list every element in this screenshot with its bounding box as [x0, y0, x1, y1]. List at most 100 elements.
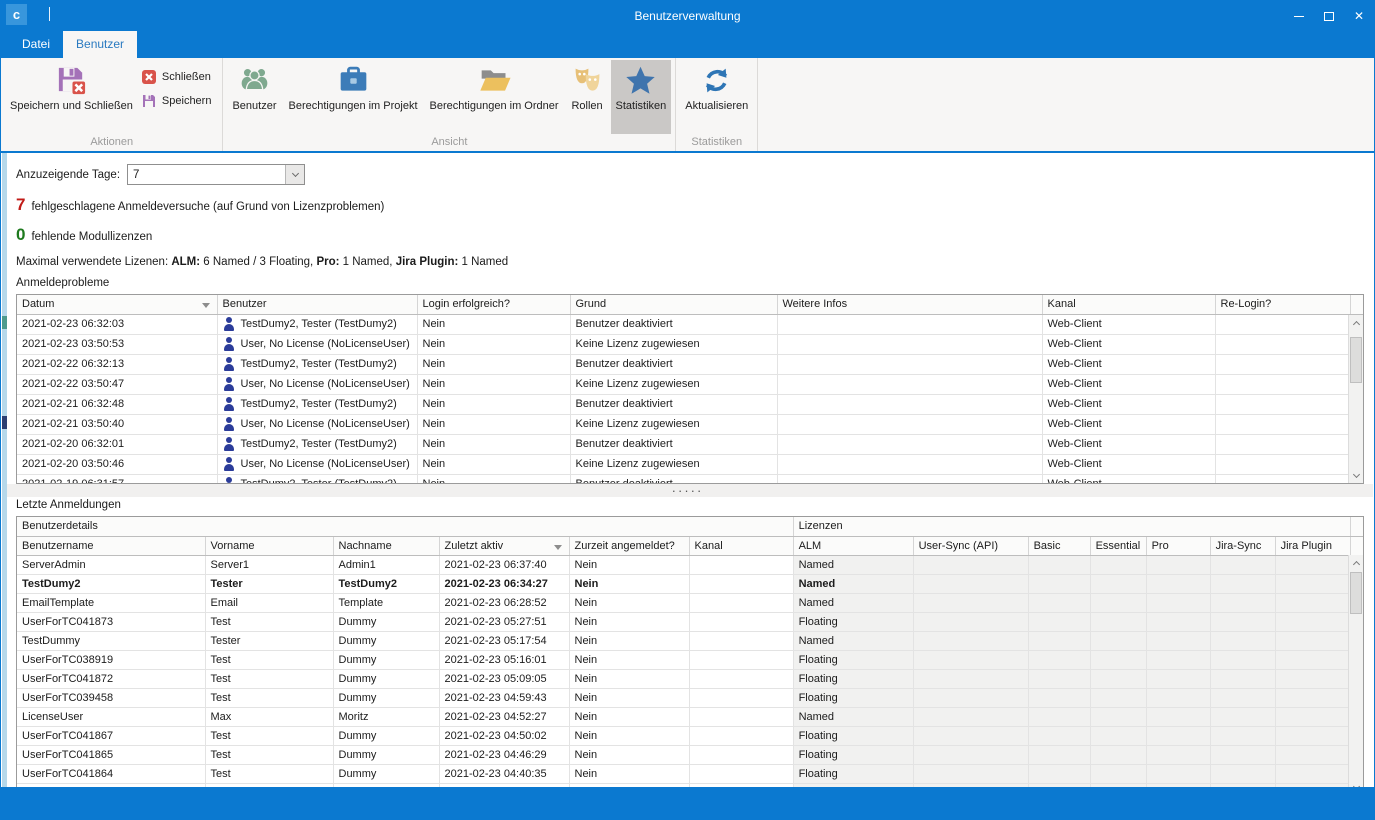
column-header-kanal[interactable]: Kanal: [689, 536, 793, 555]
column-header-jira-sync[interactable]: Jira-Sync: [1210, 536, 1275, 555]
cell-weitere-infos: [777, 414, 1042, 434]
column-header-essential[interactable]: Essential: [1090, 536, 1146, 555]
cell-jira-plugin: [1275, 669, 1350, 688]
statistiken-button[interactable]: Statistiken: [611, 60, 672, 134]
column-header-nachname[interactable]: Nachname: [333, 536, 439, 555]
column-header-grund[interactable]: Grund: [570, 295, 777, 314]
cell-grund: Keine Lizenz zugewiesen: [570, 454, 777, 474]
column-header-pro[interactable]: Pro: [1146, 536, 1210, 555]
user-icon: [223, 317, 235, 331]
table-row[interactable]: ServerAdminServer1Admin12021-02-23 06:37…: [17, 555, 1364, 574]
days-label: Anzuzeigende Tage:: [16, 169, 120, 181]
cell-kanal: Web-Client: [1042, 314, 1215, 334]
table-row[interactable]: UserForTC041873TestDummy2021-02-23 05:27…: [17, 612, 1364, 631]
scrollbar-thumb[interactable]: [1350, 337, 1362, 383]
schliessen-button[interactable]: Schließen: [139, 66, 220, 87]
table-row[interactable]: UserForTC041864TestDummy2021-02-23 04:40…: [17, 764, 1364, 783]
column-header-benutzer[interactable]: Benutzer: [217, 295, 417, 314]
column-header-weitere-infos[interactable]: Weitere Infos: [777, 295, 1042, 314]
column-header-basic[interactable]: Basic: [1028, 536, 1090, 555]
days-select[interactable]: 7: [127, 164, 305, 185]
cell-re-login: [1215, 454, 1350, 474]
cell-alm: Floating: [793, 745, 913, 764]
maximize-button[interactable]: [1314, 1, 1344, 31]
cell-kanal: [689, 631, 793, 650]
cell-basic: [1028, 631, 1090, 650]
table-row[interactable]: TestDumy2TesterTestDumy22021-02-23 06:34…: [17, 574, 1364, 593]
scroll-down-button[interactable]: [1349, 468, 1363, 483]
column-header-vorname[interactable]: Vorname: [205, 536, 333, 555]
statistics-panel: Anzuzeigende Tage: 7 7 fehlgeschlagene A…: [2, 153, 1373, 787]
berechtigungen-projekt-button[interactable]: Berechtigungen im Projekt: [284, 60, 423, 134]
column-header-zuletzt-aktiv[interactable]: Zuletzt aktiv: [439, 536, 569, 555]
cell-zuletzt-aktiv: 2021-02-23 06:34:27: [439, 574, 569, 593]
cell-datum: 2021-02-22 03:50:47: [17, 374, 217, 394]
cell-basic: [1028, 574, 1090, 593]
user-name-text: TestDumy2, Tester (TestDumy2): [241, 398, 397, 410]
minimize-button[interactable]: [1284, 1, 1314, 31]
column-header-benutzername[interactable]: Benutzername: [17, 536, 205, 555]
column-header-datum[interactable]: Datum: [17, 295, 217, 314]
user-name-text: User, No License (NoLicenseUser): [241, 418, 410, 430]
column-header-login-erfolgreich[interactable]: Login erfolgreich?: [417, 295, 570, 314]
user-icon: [223, 477, 235, 484]
cell-user-sync-api: [913, 707, 1028, 726]
save-and-close-button[interactable]: Speichern und Schließen: [5, 60, 138, 134]
scroll-up-button[interactable]: [1349, 315, 1363, 330]
close-button[interactable]: ✕: [1344, 1, 1374, 31]
column-header-kanal[interactable]: Kanal: [1042, 295, 1215, 314]
collapsed-panel-strip[interactable]: [2, 153, 7, 787]
user-name-text: User, No License (NoLicenseUser): [241, 458, 410, 470]
table-row[interactable]: UserForTC039458TestDummy2021-02-23 04:59…: [17, 688, 1364, 707]
tab-benutzer[interactable]: Benutzer: [63, 31, 137, 58]
scroll-down-button[interactable]: [1349, 780, 1363, 787]
table-row[interactable]: EmailTemplateEmailTemplate2021-02-23 06:…: [17, 593, 1364, 612]
rollen-button[interactable]: Rollen: [566, 60, 609, 134]
tab-datei[interactable]: Datei: [9, 31, 63, 58]
cell-vorname: Test: [205, 650, 333, 669]
cell-user-sync-api: [913, 726, 1028, 745]
table-row[interactable]: 2021-02-19 06:31:57TestDumy2, Tester (Te…: [17, 474, 1364, 484]
table-row[interactable]: UserForTC041867TestDummy2021-02-23 04:50…: [17, 726, 1364, 745]
column-header-re-login[interactable]: Re-Login?: [1215, 295, 1350, 314]
table-row[interactable]: TestDummyTesterDummy2021-02-23 05:17:54N…: [17, 631, 1364, 650]
table-row[interactable]: 2021-02-22 03:50:47User, No License (NoL…: [17, 374, 1364, 394]
table-row[interactable]: 2021-02-20 06:32:01TestDumy2, Tester (Te…: [17, 434, 1364, 454]
cell-vorname: Tester: [205, 574, 333, 593]
column-header-alm[interactable]: ALM: [793, 536, 913, 555]
table-row[interactable]: 2021-02-22 06:32:13TestDumy2, Tester (Te…: [17, 354, 1364, 374]
speichern-button[interactable]: Speichern: [139, 90, 220, 111]
cell-login-erfolgreich: Nein: [417, 434, 570, 454]
table-row[interactable]: UserForTC038919TestDummy2021-02-23 05:16…: [17, 650, 1364, 669]
table-row[interactable]: 2021-02-23 03:50:53User, No License (NoL…: [17, 334, 1364, 354]
scroll-up-button[interactable]: [1349, 555, 1363, 570]
cell-login-erfolgreich: Nein: [417, 454, 570, 474]
column-header-jira-plugin[interactable]: Jira Plugin: [1275, 536, 1350, 555]
cell-kanal: Web-Client: [1042, 474, 1215, 484]
table-row[interactable]: 2021-02-20 03:50:46User, No License (NoL…: [17, 454, 1364, 474]
days-dropdown-button[interactable]: [285, 165, 304, 184]
splitter[interactable]: ·····: [2, 484, 1373, 497]
group-header-lizenzen: Lizenzen: [793, 517, 1350, 536]
vertical-scrollbar[interactable]: [1348, 555, 1363, 787]
table-row[interactable]: UserForTC041872TestDummy2021-02-23 05:09…: [17, 669, 1364, 688]
column-header-user-sync-api[interactable]: User-Sync (API): [913, 536, 1028, 555]
vertical-scrollbar[interactable]: [1348, 315, 1363, 483]
cell-login-erfolgreich: Nein: [417, 314, 570, 334]
column-header-zurzeit-angemeldet[interactable]: Zurzeit angemeldet?: [569, 536, 689, 555]
table-row[interactable]: 2021-02-21 06:32:48TestDumy2, Tester (Te…: [17, 394, 1364, 414]
table-row[interactable]: LicenseUserMaxMoritz2021-02-23 04:52:27N…: [17, 707, 1364, 726]
table-row[interactable]: UserForTC041865TestDummy2021-02-23 04:46…: [17, 745, 1364, 764]
table-row[interactable]: 2021-02-21 03:50:40User, No License (NoL…: [17, 414, 1364, 434]
aktualisieren-button[interactable]: Aktualisieren: [680, 60, 753, 134]
sort-desc-icon: [554, 545, 562, 550]
ribbon-group-label: Statistiken: [679, 135, 754, 151]
cell-pro: [1146, 726, 1210, 745]
scrollbar-thumb[interactable]: [1350, 572, 1362, 614]
cell-essential: [1090, 764, 1146, 783]
benutzer-view-button[interactable]: Benutzer: [227, 60, 281, 134]
table-row[interactable]: 2021-02-23 06:32:03TestDumy2, Tester (Te…: [17, 314, 1364, 334]
close-icon: ✕: [1354, 9, 1364, 23]
cell-nachname: Dummy: [333, 764, 439, 783]
berechtigungen-ordner-button[interactable]: Berechtigungen im Ordner: [425, 60, 564, 134]
